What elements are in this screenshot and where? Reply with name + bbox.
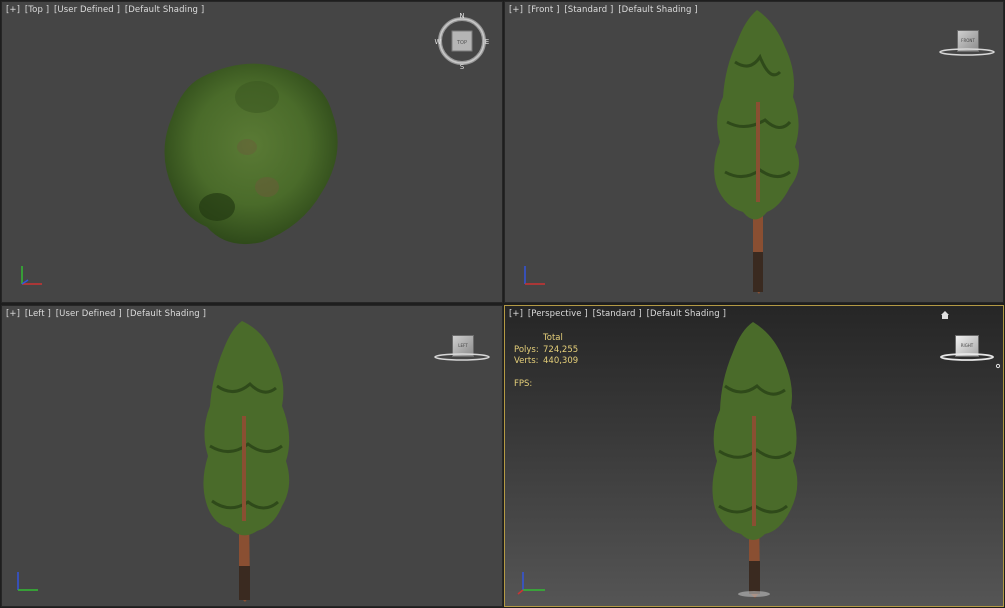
axis-tripod-icon <box>21 266 42 285</box>
axis-tripod-icon <box>524 266 545 285</box>
compass-w-label: W <box>435 38 442 46</box>
compass-ring-icon[interactable]: TOP N S E W <box>432 12 492 70</box>
viewcube-face-label: TOP <box>456 40 467 46</box>
viewport-top[interactable]: [+] [Top ] [User Defined ] [Default Shad… <box>1 1 503 303</box>
viewcube-menu-icon[interactable] <box>995 363 1001 369</box>
tree-canopy-top <box>164 63 338 245</box>
compass-n-label: N <box>459 12 464 20</box>
tree-model-perspective <box>712 322 798 598</box>
compass-e-label: E <box>485 38 489 46</box>
axis-tripod-icon <box>517 572 545 595</box>
viewcube-ring-icon[interactable] <box>432 351 492 363</box>
viewport-perspective[interactable]: [+] [Perspective ] [Standard ] [Default … <box>504 305 1004 607</box>
viewport-left[interactable]: [+] [Left ] [User Defined ] [Default Sha… <box>1 305 503 607</box>
home-icon[interactable] <box>940 310 950 320</box>
tree-model-left <box>203 321 290 602</box>
axis-tripod-icon <box>17 572 38 591</box>
viewcube-ring-icon[interactable] <box>937 351 997 363</box>
viewcube-ring-icon[interactable] <box>937 46 997 58</box>
compass-s-label: S <box>460 63 465 70</box>
tree-model-front <box>714 10 799 294</box>
viewport-front[interactable]: [+] [Front ] [Standard ] [Default Shadin… <box>504 1 1004 303</box>
